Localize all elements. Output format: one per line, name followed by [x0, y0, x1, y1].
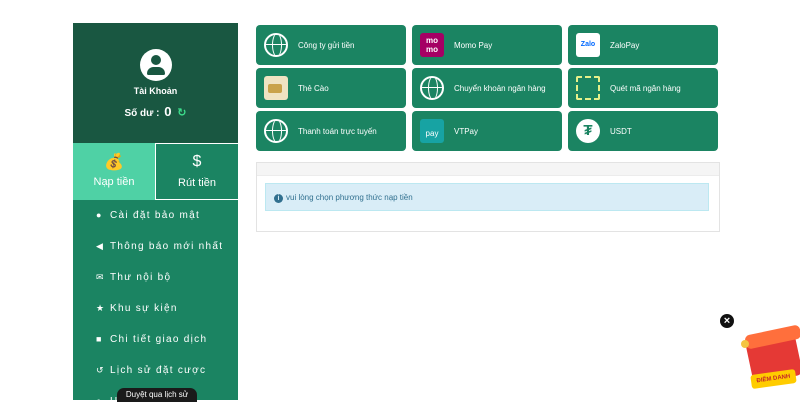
trophy-icon: ★: [96, 303, 105, 313]
balance-label: Số dư :: [124, 108, 160, 119]
payment-label: ZaloPay: [610, 40, 640, 50]
refresh-icon[interactable]: ↻: [177, 107, 186, 119]
withdraw-tab[interactable]: $ Rút tiền: [156, 143, 238, 200]
account-label: Tài Khoản: [133, 86, 178, 96]
payment-label: Công ty gửi tiền: [298, 40, 355, 50]
sidebar-menu: ● Cài đặt bảo mật ◀ Thông báo mới nhất ✉ Th…: [73, 200, 238, 400]
tether-icon: ₮: [576, 119, 600, 143]
payment-qr-bank[interactable]: Quét mã ngân hàng: [568, 68, 718, 108]
profile-panel: Tài Khoản Số dư : 0 ↻: [73, 23, 238, 143]
vtpay-icon: pay: [420, 119, 444, 143]
momo-icon: mo mo: [420, 33, 444, 57]
megaphone-icon: ◀: [96, 241, 103, 251]
payment-usdt[interactable]: ₮ USDT: [568, 111, 718, 151]
menu-item-label: Thông báo mới nhất: [110, 241, 224, 252]
menu-item-notifications[interactable]: ◀ Thông báo mới nhất: [73, 231, 238, 262]
menu-item-transactions[interactable]: ■ Chi tiết giao dịch: [73, 324, 238, 355]
clipboard-icon: ■: [96, 334, 102, 344]
payment-zalopay[interactable]: Zalo ZaloPay: [568, 25, 718, 65]
payment-momo[interactable]: mo mo Momo Pay: [412, 25, 562, 65]
payment-label: VTPay: [454, 126, 479, 136]
menu-item-events[interactable]: ★ Khu sự kiện: [73, 293, 238, 324]
user-lock-icon: ●: [96, 210, 102, 220]
payment-online[interactable]: Thanh toán trực tuyến: [256, 111, 406, 151]
notice-text: vui lòng chọn phương thức nạp tiền: [286, 193, 413, 202]
withdraw-label: Rút tiền: [178, 177, 216, 189]
user-avatar-icon: [140, 49, 172, 81]
menu-item-security[interactable]: ● Cài đặt bảo mật: [73, 200, 238, 231]
balance-row: Số dư : 0 ↻: [73, 104, 238, 119]
panel-header: [257, 163, 719, 176]
payment-label: Momo Pay: [454, 40, 493, 50]
globe-icon: [420, 76, 444, 100]
home-icon: ●: [96, 386, 110, 400]
globe-icon: [264, 33, 288, 57]
money-bag-icon: 💰: [104, 154, 124, 171]
action-tabs: 💰 Nạp tiền $ Rút tiền: [73, 143, 238, 200]
envelope-icon: ✉: [96, 272, 104, 282]
history-icon: ↺: [96, 365, 104, 375]
payment-bank-transfer[interactable]: Chuyển khoản ngân hàng: [412, 68, 562, 108]
close-icon[interactable]: ×: [720, 314, 734, 328]
scratch-card-icon: [264, 76, 288, 100]
zalopay-icon: Zalo: [576, 33, 600, 57]
menu-item-inbox[interactable]: ✉ Thư nội bộ: [73, 262, 238, 293]
payment-scratch-card[interactable]: Thẻ Cào: [256, 68, 406, 108]
payment-label: Quét mã ngân hàng: [610, 83, 681, 93]
payment-company-transfer[interactable]: Công ty gửi tiền: [256, 25, 406, 65]
menu-item-bet-history[interactable]: ↺ Lịch sử đặt cược: [73, 355, 238, 386]
info-notice: i vui lòng chọn phương thức nạp tiền: [265, 183, 709, 211]
payment-label: USDT: [610, 126, 632, 136]
qr-scan-icon: [576, 76, 600, 100]
payment-label: Thanh toán trực tuyến: [298, 126, 377, 136]
sidebar: Tài Khoản Số dư : 0 ↻ 💰 Nạp tiền $ Rút t…: [73, 23, 238, 400]
payment-label: Thẻ Cào: [298, 83, 329, 93]
menu-item-label: Cài đặt bảo mật: [110, 210, 201, 221]
deposit-panel: i vui lòng chọn phương thức nạp tiền: [256, 162, 720, 232]
globe-icon: [264, 119, 288, 143]
menu-item-label: Chi tiết giao dịch: [110, 334, 208, 345]
balance-value: 0: [164, 104, 172, 119]
coin-icon: [741, 340, 749, 348]
menu-item-label: Lịch sử đặt cược: [110, 365, 207, 376]
hand-money-icon: $: [192, 153, 202, 170]
deposit-tab[interactable]: 💰 Nạp tiền: [73, 143, 156, 200]
info-icon: i: [274, 194, 283, 203]
menu-item-label: Khu sự kiện: [110, 303, 178, 314]
deposit-label: Nạp tiền: [93, 176, 135, 188]
menu-item-label: Thư nội bộ: [110, 272, 172, 283]
payment-label: Chuyển khoản ngân hàng: [454, 83, 546, 93]
payment-vtpay[interactable]: pay VTPay: [412, 111, 562, 151]
checkin-gift-button[interactable]: ĐIỂM DANH: [741, 322, 800, 390]
